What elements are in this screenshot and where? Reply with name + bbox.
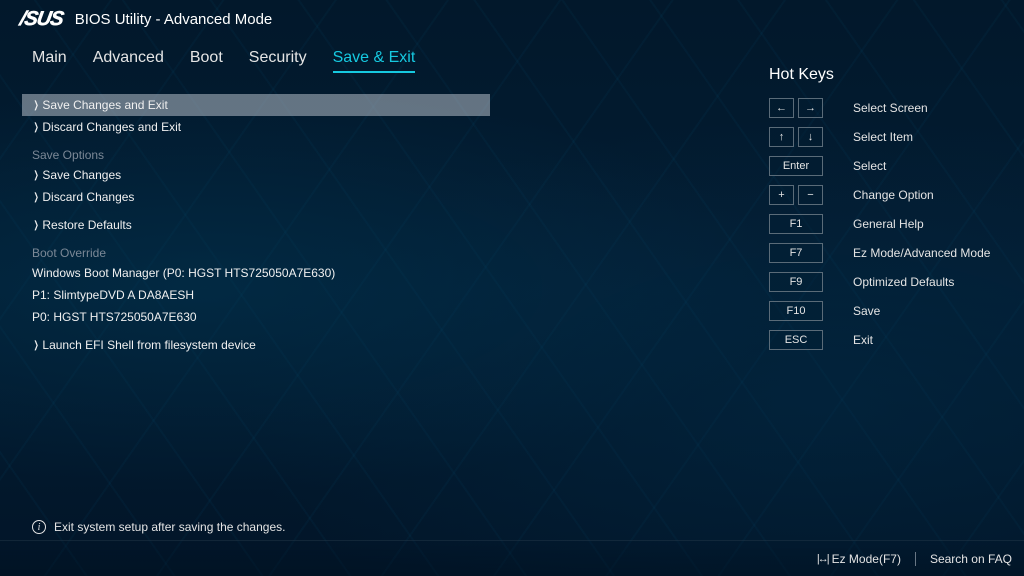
hotkey-row: F9 Optimized Defaults (769, 272, 1004, 292)
key-badge: F10 (769, 301, 823, 321)
hotkeys-title: Hot Keys (769, 66, 1004, 84)
asus-logo: /SUS (18, 8, 65, 31)
menu-item[interactable]: ❯Restore Defaults (22, 214, 735, 236)
section-header: Save Options (22, 146, 735, 164)
key-badge: Enter (769, 156, 823, 176)
tab-main[interactable]: Main (32, 49, 67, 73)
hotkey-keys: ↑↓ (769, 127, 823, 147)
key-badge: ↓ (798, 127, 823, 147)
chevron-right-icon: ❯ (34, 170, 39, 181)
tab-security[interactable]: Security (249, 49, 307, 73)
key-badge: ↑ (769, 127, 794, 147)
menu-item[interactable]: ❯Launch EFI Shell from filesystem device (22, 334, 735, 356)
hotkey-row: F10 Save (769, 301, 1004, 321)
mode-toggle-icon: |↔| (817, 553, 828, 565)
chevron-right-icon: ❯ (34, 192, 39, 203)
divider (915, 552, 916, 566)
key-badge: − (798, 185, 823, 205)
menu-panel: ❯Save Changes and Exit❯Discard Changes a… (0, 94, 735, 538)
hotkey-keys: F7 (769, 243, 823, 263)
menu-item[interactable]: P1: SlimtypeDVD A DA8AESH (22, 284, 735, 306)
info-icon: i (32, 520, 46, 534)
hotkey-row: ←→ Select Screen (769, 98, 1004, 118)
key-badge: F1 (769, 214, 823, 234)
search-faq-label: Search on FAQ (930, 552, 1012, 566)
footer: |↔| Ez Mode(F7) Search on FAQ (0, 540, 1024, 576)
section-header-label: Boot Override (22, 246, 106, 260)
hotkey-keys: F10 (769, 301, 823, 321)
hotkey-row: F1 General Help (769, 214, 1004, 234)
hotkey-label: Ez Mode/Advanced Mode (853, 246, 990, 260)
page-title: BIOS Utility - Advanced Mode (75, 11, 273, 28)
hotkey-row: +− Change Option (769, 185, 1004, 205)
hotkey-row: ESC Exit (769, 330, 1004, 350)
hotkey-row: ↑↓ Select Item (769, 127, 1004, 147)
menu-item-label: Save Changes and Exit (42, 98, 167, 112)
menu-item[interactable]: P0: HGST HTS725050A7E630 (22, 306, 735, 328)
hotkey-keys: +− (769, 185, 823, 205)
hotkey-keys: F9 (769, 272, 823, 292)
hotkey-label: Exit (853, 333, 873, 347)
menu-item[interactable]: ❯Save Changes and Exit (22, 94, 490, 116)
hotkey-keys: ESC (769, 330, 823, 350)
menu-item-label: Launch EFI Shell from filesystem device (42, 338, 255, 352)
main-area: ❯Save Changes and Exit❯Discard Changes a… (0, 94, 1024, 538)
info-bar: i Exit system setup after saving the cha… (32, 520, 285, 534)
hotkeys-list: ←→ Select Screen ↑↓ Select Item Enter Select +… (769, 98, 1004, 350)
hotkey-keys: Enter (769, 156, 823, 176)
hotkey-label: Select (853, 159, 886, 173)
hotkeys-panel: Hot Keys ←→Select Screen↑↓Select ItemEnt… (735, 94, 1024, 538)
info-text: Exit system setup after saving the chang… (54, 520, 285, 534)
menu-item[interactable]: ❯Discard Changes (22, 186, 735, 208)
chevron-right-icon: ❯ (34, 340, 39, 351)
tab-save-exit[interactable]: Save & Exit (333, 49, 416, 73)
tab-advanced[interactable]: Advanced (93, 49, 164, 73)
hotkey-keys: F1 (769, 214, 823, 234)
menu-item-label: Restore Defaults (42, 218, 131, 232)
chevron-right-icon: ❯ (34, 220, 39, 231)
chevron-right-icon: ❯ (34, 122, 39, 133)
key-badge: ESC (769, 330, 823, 350)
header: /SUS BIOS Utility - Advanced Mode (0, 0, 1024, 49)
tab-boot[interactable]: Boot (190, 49, 223, 73)
key-badge: F9 (769, 272, 823, 292)
ez-mode-button[interactable]: |↔| Ez Mode(F7) (817, 552, 901, 566)
key-badge: + (769, 185, 794, 205)
hotkey-row: Enter Select (769, 156, 1004, 176)
menu-item-label: Discard Changes (42, 190, 134, 204)
menu-item[interactable]: Windows Boot Manager (P0: HGST HTS725050… (22, 262, 735, 284)
hotkey-label: Select Item (853, 130, 913, 144)
hotkey-label: Save (853, 304, 880, 318)
hotkey-label: Optimized Defaults (853, 275, 954, 289)
ez-mode-label: Ez Mode(F7) (832, 552, 901, 566)
hotkey-keys: ←→ (769, 98, 823, 118)
hotkey-label: Select Screen (853, 101, 928, 115)
section-header: Boot Override (22, 244, 735, 262)
menu-item[interactable]: ❯Save Changes (22, 164, 735, 186)
hotkey-label: General Help (853, 217, 924, 231)
section-header-label: Save Options (22, 148, 104, 162)
hotkey-row: F7 Ez Mode/Advanced Mode (769, 243, 1004, 263)
search-faq-button[interactable]: Search on FAQ (930, 552, 1012, 566)
key-badge: → (798, 98, 823, 118)
hotkey-label: Change Option (853, 188, 934, 202)
key-badge: F7 (769, 243, 823, 263)
menu-item-label: Save Changes (42, 168, 121, 182)
key-badge: ← (769, 98, 794, 118)
menu-item-label: Discard Changes and Exit (42, 120, 181, 134)
chevron-right-icon: ❯ (34, 100, 39, 111)
menu-item[interactable]: ❯Discard Changes and Exit (22, 116, 735, 138)
